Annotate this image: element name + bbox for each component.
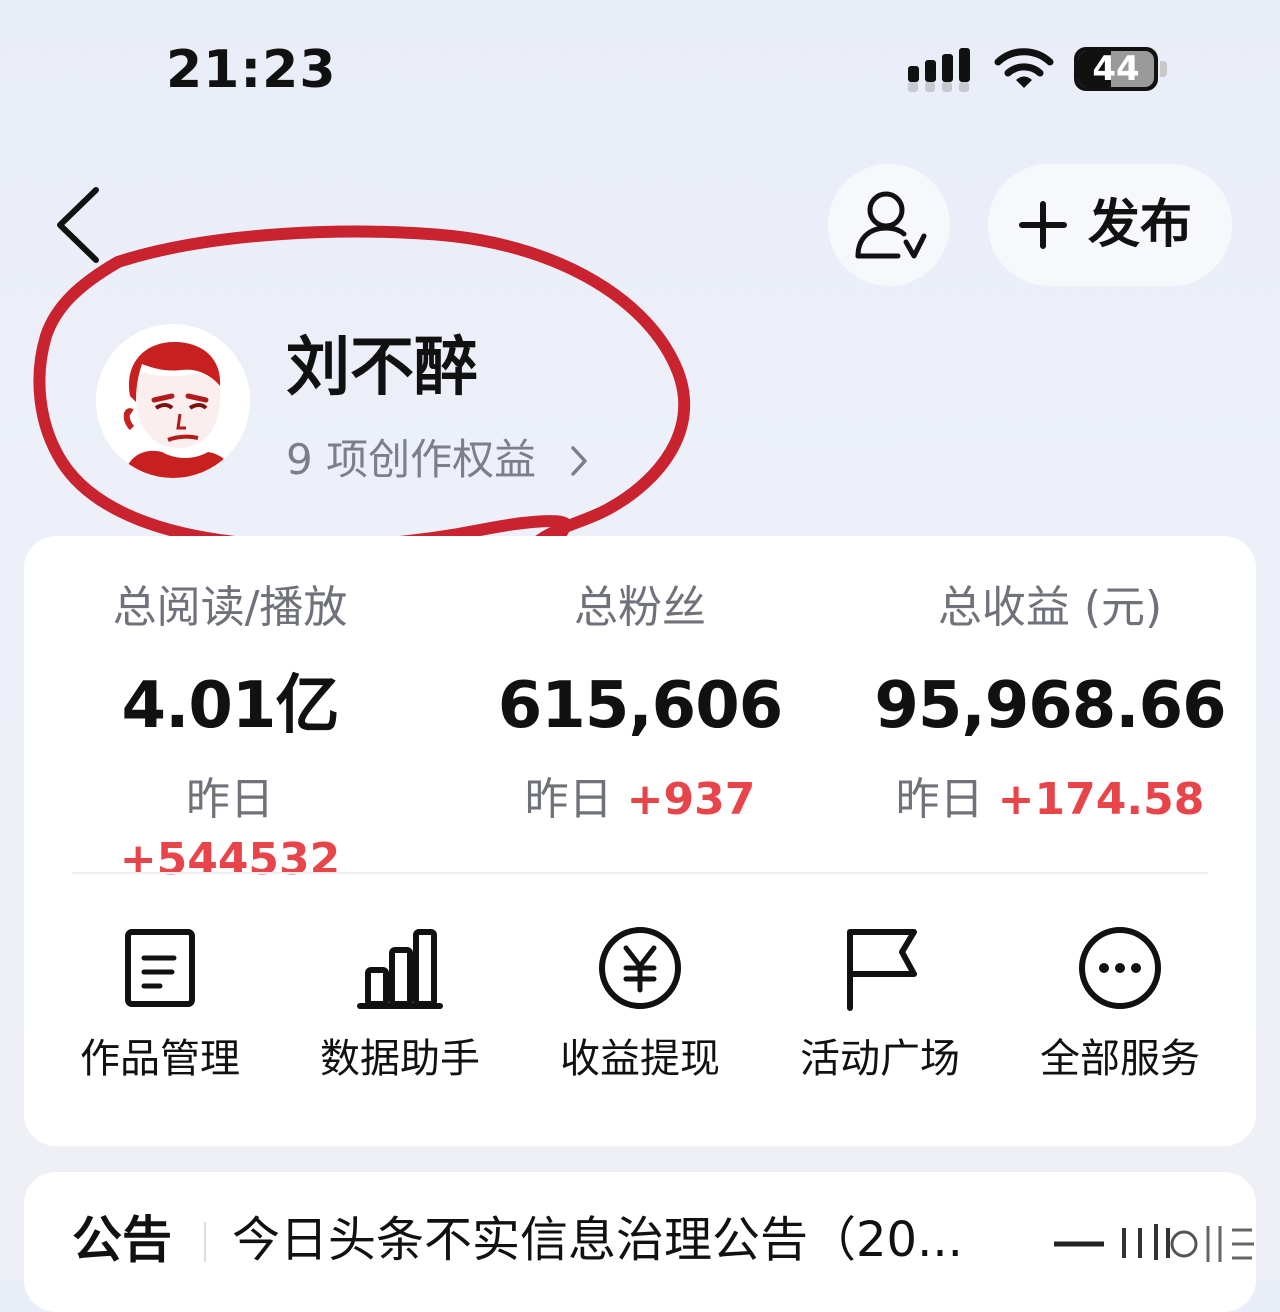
wifi-icon <box>994 48 1054 88</box>
stat-value: 95,968.66 <box>874 669 1226 743</box>
notice-text: 今日头条不实信息治理公告（20... <box>232 1212 963 1268</box>
verified-user-icon <box>855 191 927 259</box>
cellular-signal-icon <box>908 48 974 94</box>
stat-delta: 昨日 +174.58 <box>860 770 1240 830</box>
delta-label: 昨日 <box>524 774 613 825</box>
delta-value: +544532 <box>119 834 341 885</box>
stat-label: 总粉丝 <box>574 582 706 633</box>
delta-value: +174.58 <box>997 774 1205 825</box>
delta-label: 昨日 <box>895 774 984 825</box>
tool-label: 活动广场 <box>800 1036 960 1082</box>
status-bar: 21:23 44 <box>0 0 1280 140</box>
publish-button[interactable]: 发布 <box>988 164 1232 286</box>
stats-card: 总阅读/播放 4.01亿 昨日 +544532 总粉丝 615,606 昨日 +… <box>24 536 1256 1146</box>
stat-total-fans[interactable]: 总粉丝 615,606 昨日 +937 <box>480 578 800 830</box>
status-time: 21:23 <box>166 40 337 100</box>
account-button[interactable] <box>828 164 950 286</box>
tool-label: 全部服务 <box>1040 1036 1200 1082</box>
avatar-portrait-image <box>96 324 250 478</box>
benefits-label: 9 项创作权益 <box>286 435 537 484</box>
tool-data-assistant[interactable]: 数据助手 <box>290 924 510 1104</box>
delta-label: 昨日 <box>186 774 274 825</box>
watermark-logo <box>1044 1214 1256 1270</box>
chevron-left-icon <box>57 187 99 263</box>
document-icon <box>125 929 195 1007</box>
more-icon <box>1079 927 1161 1009</box>
plus-icon <box>1019 201 1067 249</box>
tool-works-management[interactable]: 作品管理 <box>50 924 270 1104</box>
tool-label: 数据助手 <box>320 1036 480 1082</box>
chevron-right-icon <box>571 446 587 476</box>
stat-label: 总阅读/播放 <box>112 582 348 633</box>
tool-income-withdraw[interactable]: 收益提现 <box>530 924 750 1104</box>
stat-value: 615,606 <box>497 669 784 743</box>
back-button[interactable] <box>40 180 120 270</box>
yuan-coin-icon <box>599 927 681 1009</box>
battery-cap <box>1160 61 1167 77</box>
divider <box>72 872 1208 874</box>
notice-card[interactable]: 公告 今日头条不实信息治理公告（20... <box>24 1172 1256 1312</box>
creator-benefits-link[interactable]: 9 项创作权益 <box>286 432 587 488</box>
tool-label: 作品管理 <box>80 1036 240 1082</box>
notice-separator <box>204 1222 206 1262</box>
profile-name: 刘不醉 <box>286 331 478 405</box>
battery-icon: 44 <box>1074 47 1158 91</box>
stat-value: 4.01亿 <box>121 669 340 743</box>
stat-total-reads[interactable]: 总阅读/播放 4.01亿 昨日 +544532 <box>80 578 380 890</box>
publish-label: 发布 <box>1088 195 1193 255</box>
tool-activity-plaza[interactable]: 活动广场 <box>770 924 990 1104</box>
battery-level: 44 <box>1092 49 1140 89</box>
bar-chart-icon <box>357 929 443 1009</box>
stat-label: 总收益 (元) <box>937 582 1163 633</box>
tool-all-services[interactable]: 全部服务 <box>1010 924 1230 1104</box>
avatar[interactable] <box>96 324 250 478</box>
delta-value: +937 <box>626 774 756 825</box>
stat-delta: 昨日 +937 <box>480 770 800 830</box>
stat-total-income[interactable]: 总收益 (元) 95,968.66 昨日 +174.58 <box>860 578 1240 830</box>
notice-tag: 公告 <box>72 1211 172 1269</box>
tool-label: 收益提现 <box>560 1036 720 1082</box>
flag-icon <box>847 929 917 1011</box>
